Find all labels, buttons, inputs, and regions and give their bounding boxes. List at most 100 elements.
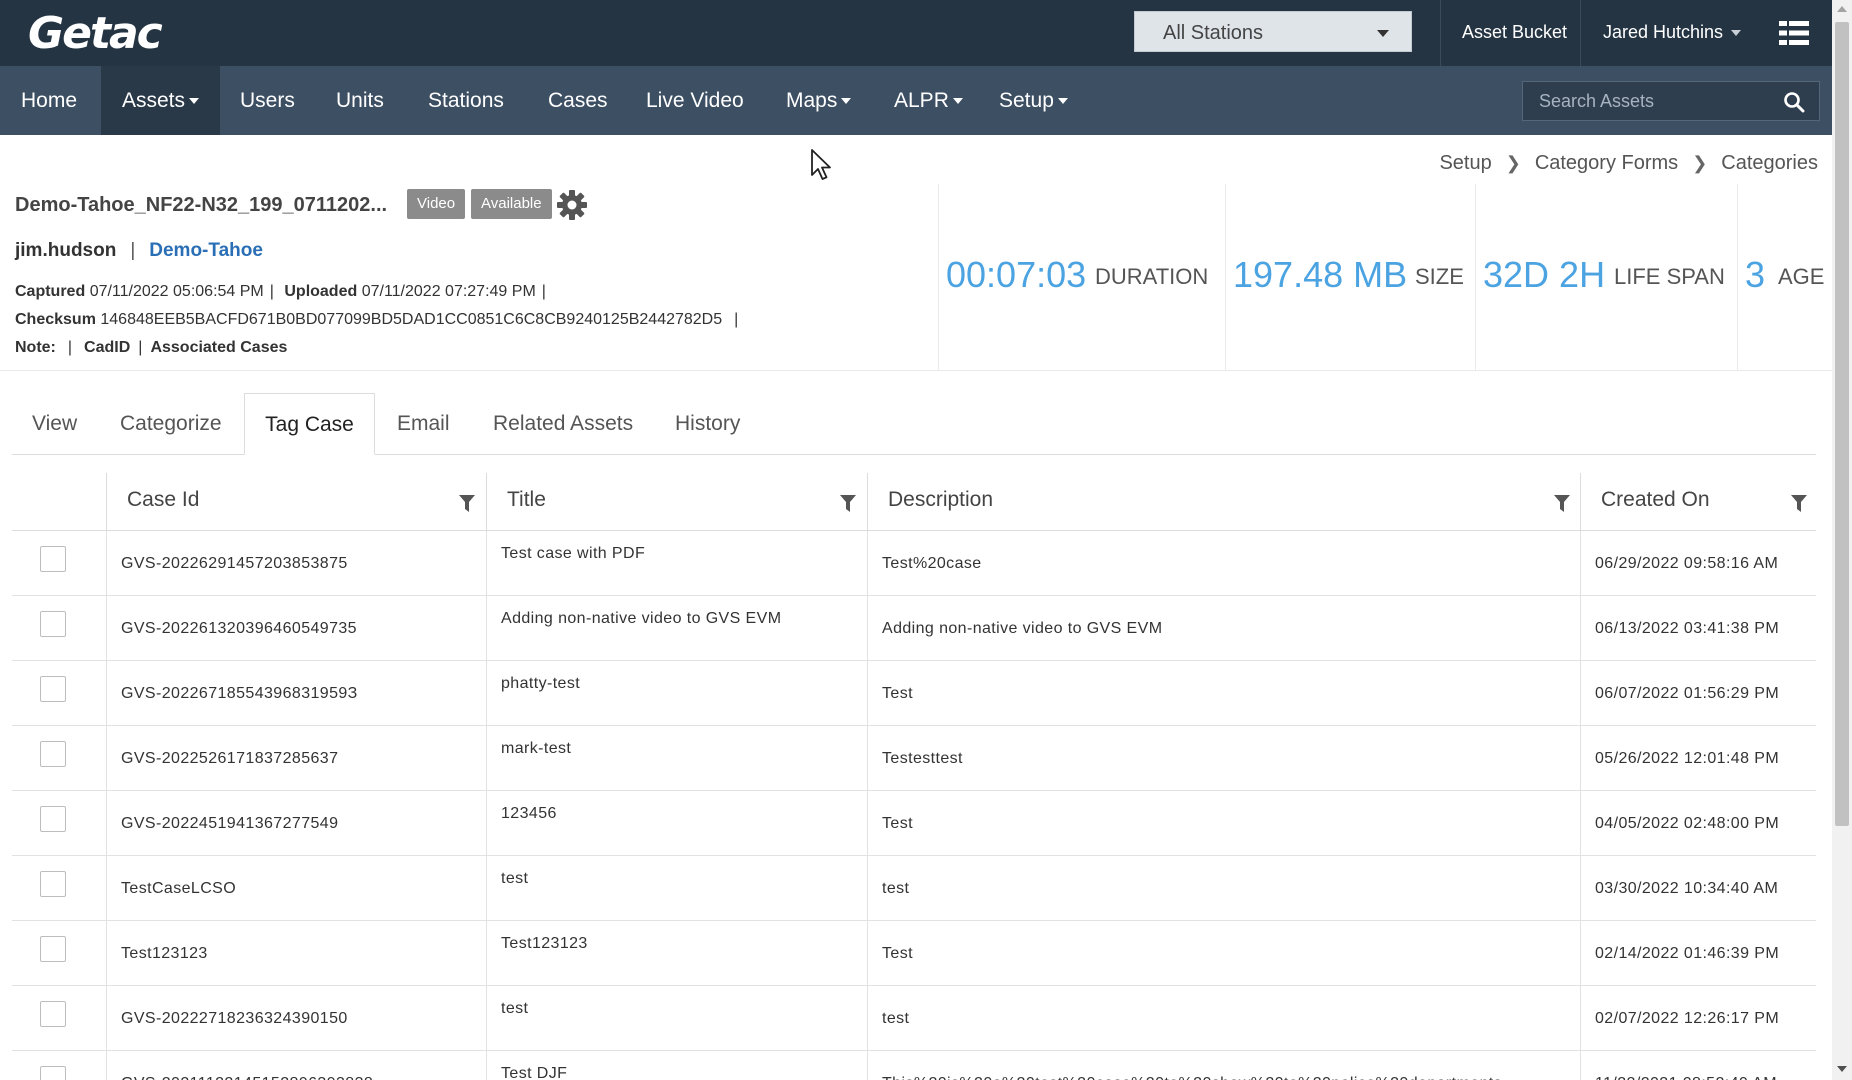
user-name: Jared Hutchins: [1603, 22, 1724, 42]
column-header-created-on[interactable]: Created On: [1580, 473, 1816, 531]
nav-units[interactable]: Units: [336, 66, 384, 135]
column-header-case-id[interactable]: Case Id: [106, 473, 486, 531]
stat-value: 3: [1745, 254, 1766, 295]
title-cell: test: [486, 856, 867, 921]
scroll-down-arrow-icon[interactable]: [1837, 1066, 1847, 1072]
column-header-title[interactable]: Title: [486, 473, 867, 531]
nav-setup[interactable]: Setup: [999, 66, 1068, 135]
row-checkbox[interactable]: [40, 806, 66, 832]
nav-home[interactable]: Home: [21, 66, 77, 135]
filter-icon[interactable]: [1791, 495, 1807, 513]
table-row[interactable]: TestCaseLCSO test test 03/30/2022 10:34:…: [12, 856, 1816, 921]
tab-email[interactable]: Email: [397, 393, 450, 455]
nav-maps[interactable]: Maps: [786, 66, 852, 135]
scroll-up-arrow-icon[interactable]: [1837, 6, 1847, 12]
row-checkbox[interactable]: [40, 546, 66, 572]
case-id-cell: GVS-2022526171837285637: [106, 726, 486, 791]
nav-label: ALPR: [894, 89, 949, 112]
table-header: Case Id Title Description Created On: [12, 473, 1816, 531]
table-row[interactable]: Test123123 Test123123 Test 02/14/2022 01…: [12, 921, 1816, 986]
filter-icon[interactable]: [459, 495, 475, 513]
tab-tag-case[interactable]: Tag Case: [244, 393, 375, 455]
owner-name: jim.hudson: [15, 240, 117, 261]
table-row[interactable]: GVS-2022526171837285637 mark-test Testes…: [12, 726, 1816, 791]
top-bar: Getac All Stations Asset Bucket Jared Hu…: [0, 0, 1832, 66]
getac-logo[interactable]: Getac: [28, 8, 163, 59]
row-checkbox[interactable]: [40, 871, 66, 897]
mouse-cursor-icon: [811, 149, 831, 180]
breadcrumb-categories[interactable]: Categories: [1721, 152, 1818, 174]
nav-assets[interactable]: Assets: [101, 66, 221, 135]
station-select-value: All Stations: [1163, 22, 1264, 44]
breadcrumb-category-forms[interactable]: Category Forms: [1535, 152, 1678, 174]
asset-stats: 00:07:03 DURATION 197.48 MB SIZE 32D 2H …: [938, 184, 1832, 370]
filter-icon[interactable]: [1554, 495, 1570, 513]
caret-down-icon: [1377, 30, 1389, 37]
grid-menu-icon[interactable]: [1779, 21, 1809, 45]
checksum-label: Checksum: [15, 311, 96, 328]
nav-users[interactable]: Users: [240, 66, 295, 135]
description-cell: Adding non-native video to GVS EVM: [867, 596, 1580, 661]
title-cell: Adding non-native video to GVS EVM: [486, 596, 867, 661]
case-id-cell: GVS-2022451941367277549: [106, 791, 486, 856]
stat-value: 00:07:03: [946, 254, 1087, 295]
asset-bucket-link[interactable]: Asset Bucket: [1462, 22, 1567, 43]
nav-label: Home: [21, 89, 78, 112]
gear-icon[interactable]: [556, 189, 588, 221]
nav-live-video[interactable]: Live Video: [646, 66, 744, 135]
column-title: Case Id: [127, 488, 200, 511]
column-title: Title: [507, 488, 546, 511]
description-cell: Test: [867, 661, 1580, 726]
table-row[interactable]: GVS-20226291457203853875 Test case with …: [12, 531, 1816, 596]
type-badge: Video: [407, 189, 466, 219]
breadcrumb-setup[interactable]: Setup: [1439, 152, 1491, 174]
stat-value: 197.48 MB: [1233, 254, 1408, 295]
stat-label: DURATION: [1095, 264, 1209, 289]
nav-cases[interactable]: Cases: [548, 66, 608, 135]
table-row[interactable]: GVS-2022451941367277549 123456 Test 04/0…: [12, 791, 1816, 856]
station-select[interactable]: All Stations: [1134, 11, 1412, 52]
scroll-thumb[interactable]: [1835, 22, 1849, 826]
search-icon[interactable]: [1783, 91, 1805, 113]
tab-history[interactable]: History: [675, 393, 740, 455]
created-on-cell: 02/07/2022 12:26:17 PM: [1580, 986, 1816, 1051]
created-on-cell: 02/14/2022 01:46:39 PM: [1580, 921, 1816, 986]
tab-categorize[interactable]: Categorize: [120, 393, 222, 455]
filter-icon[interactable]: [840, 495, 856, 513]
table-row[interactable]: GVS-20226718554396831959З phatty-test Te…: [12, 661, 1816, 726]
associated-cases-link[interactable]: Associated Cases: [150, 339, 287, 356]
group-link[interactable]: Demo-Tahoe: [149, 240, 263, 261]
checksum-value: 146848EEB5BACFD671B0BD077099BD5DAD1CC085…: [100, 311, 723, 328]
row-checkbox[interactable]: [40, 676, 66, 702]
case-id-cell: GVS-20211122145152896393838: [106, 1051, 486, 1080]
nav-alpr[interactable]: ALPR: [894, 66, 963, 135]
table-row[interactable]: GVS-20211122145152896393838 Test DJF Thi…: [12, 1051, 1816, 1080]
tab-view[interactable]: View: [32, 393, 77, 455]
page-scrollbar[interactable]: [1832, 0, 1852, 1080]
title-cell: phatty-test: [486, 661, 867, 726]
divider: |: [541, 283, 546, 300]
tab-related-assets[interactable]: Related Assets: [493, 393, 633, 455]
title-cell: Test case with PDF: [486, 531, 867, 596]
search-assets-input[interactable]: [1523, 82, 1773, 120]
title-cell: test: [486, 986, 867, 1051]
divider: |: [67, 339, 73, 356]
row-checkbox[interactable]: [40, 1001, 66, 1027]
description-cell: Testesttest: [867, 726, 1580, 791]
case-id-cell: Test123123: [106, 921, 486, 986]
caret-down-icon: [952, 98, 963, 105]
nav-stations[interactable]: Stations: [428, 66, 504, 135]
created-on-cell: 05/26/2022 12:01:48 PM: [1580, 726, 1816, 791]
row-checkbox[interactable]: [40, 936, 66, 962]
column-header-description[interactable]: Description: [867, 473, 1580, 531]
user-menu[interactable]: Jared Hutchins: [1603, 22, 1742, 43]
row-checkbox[interactable]: [40, 1066, 66, 1080]
checksum-info: Checksum 146848EEB5BACFD671B0BD077099BD5…: [15, 311, 744, 329]
stat-value: 32D 2H: [1483, 254, 1606, 295]
table-row[interactable]: GVS-202261320396460549735 Adding non-nat…: [12, 596, 1816, 661]
table-row[interactable]: GVS-20222718236324390150 test test 02/07…: [12, 986, 1816, 1051]
row-checkbox[interactable]: [40, 741, 66, 767]
asset-title: Demo-Tahoe_NF22-N32_199_0711202...: [15, 194, 388, 216]
row-checkbox[interactable]: [40, 611, 66, 637]
case-id-cell: GVS-20226718554396831959З: [106, 661, 486, 726]
